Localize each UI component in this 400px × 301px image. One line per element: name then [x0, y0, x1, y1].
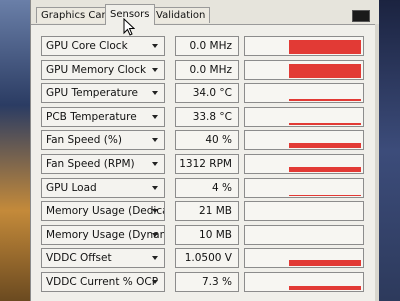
sensor-row: VDDC Current % OCP 7.3 % — [41, 272, 371, 292]
monitor-bezel-left — [0, 0, 30, 301]
sensor-value: 1.0500 V — [175, 248, 239, 269]
chevron-down-icon — [152, 209, 158, 214]
sensor-label: GPU Temperature — [46, 87, 139, 100]
sensor-row: GPU Memory Clock 0.0 MHz — [41, 59, 371, 80]
chevron-down-icon — [152, 280, 158, 284]
sensor-value: 10 MB — [175, 224, 239, 245]
sensor-label: Memory Usage (Dynamic) — [46, 228, 164, 241]
sensor-graph-fill — [289, 99, 361, 102]
sensor-value: 21 MB — [175, 201, 239, 222]
gpu-z-window: Graphics Card Sensors Validation GPU Cor… — [30, 0, 379, 301]
sensor-value: 33.8 °C — [175, 106, 239, 127]
sensor-graph — [244, 106, 364, 127]
sensor-graph — [244, 224, 364, 245]
sensor-value: 4 % — [175, 177, 239, 198]
sensor-row: Memory Usage (Dedicated) 21 MB — [41, 201, 371, 222]
sensor-label: Fan Speed (%) — [46, 134, 122, 147]
sensor-row: Memory Usage (Dynamic) 10 MB — [41, 224, 371, 245]
sensor-graph-fill — [289, 194, 361, 196]
sensor-graph — [244, 201, 364, 222]
sensor-label-dropdown[interactable]: Memory Usage (Dedicated) — [41, 201, 165, 222]
sensor-label: VDDC Current % OCP — [46, 276, 159, 288]
sensor-graph — [244, 130, 364, 151]
chevron-down-icon — [152, 162, 158, 166]
sensor-graph-fill — [289, 122, 361, 125]
sensor-value: 1312 RPM — [175, 154, 239, 174]
sensor-graph — [244, 272, 364, 292]
sensor-graph-fill — [289, 286, 361, 290]
chevron-down-icon — [152, 138, 158, 143]
sensor-graph — [244, 59, 364, 80]
chevron-down-icon — [152, 67, 158, 72]
chevron-down-icon — [152, 114, 158, 119]
sensor-graph — [244, 177, 364, 198]
sensor-row: Fan Speed (%) 40 % — [41, 130, 371, 151]
sensor-label: GPU Core Clock — [46, 40, 128, 52]
scrollbar[interactable] — [375, 24, 379, 301]
sensor-label: Fan Speed (RPM) — [46, 158, 135, 170]
tab-strip: Graphics Card Sensors Validation — [31, 0, 379, 25]
sensor-label: Memory Usage (Dedicated) — [46, 205, 164, 218]
sensor-label: GPU Memory Clock — [46, 63, 147, 76]
sensor-label-dropdown[interactable]: GPU Temperature — [41, 83, 165, 104]
sensor-label-dropdown[interactable]: GPU Memory Clock — [41, 59, 165, 80]
sensor-graph-fill — [289, 260, 361, 267]
sensor-graph — [244, 36, 364, 56]
sensor-label-dropdown[interactable]: Fan Speed (RPM) — [41, 154, 165, 174]
sensor-label: PCB Temperature — [46, 110, 137, 123]
sensor-label-dropdown[interactable]: PCB Temperature — [41, 106, 165, 127]
sensor-label-dropdown[interactable]: GPU Load — [41, 177, 165, 198]
chevron-down-icon — [152, 256, 158, 261]
sensor-graph-fill — [289, 63, 361, 78]
sensor-graph — [244, 83, 364, 104]
sensor-label-dropdown[interactable]: GPU Core Clock — [41, 36, 165, 56]
monitor-bezel-right — [378, 0, 400, 301]
sensor-value: 34.0 °C — [175, 83, 239, 104]
sensor-value: 7.3 % — [175, 272, 239, 292]
sensor-label: GPU Load — [46, 181, 97, 194]
chevron-down-icon — [152, 232, 158, 237]
mouse-cursor-icon — [123, 18, 135, 36]
sensor-label: VDDC Offset — [46, 252, 112, 265]
sensor-label-dropdown[interactable]: VDDC Offset — [41, 248, 165, 269]
sensor-label-dropdown[interactable]: Memory Usage (Dynamic) — [41, 224, 165, 245]
sensor-label-dropdown[interactable]: VDDC Current % OCP — [41, 272, 165, 292]
chevron-down-icon — [152, 91, 158, 96]
sensor-value: 0.0 MHz — [175, 59, 239, 80]
sensor-graph-fill — [289, 167, 361, 172]
sensor-row: VDDC Offset 1.0500 V — [41, 248, 371, 269]
sensor-graph — [244, 154, 364, 174]
sensor-row: PCB Temperature 33.8 °C — [41, 106, 371, 127]
chevron-down-icon — [152, 44, 158, 48]
window-close-icon[interactable] — [352, 10, 370, 22]
sensor-row: GPU Core Clock 0.0 MHz — [41, 36, 371, 56]
sensor-graph — [244, 248, 364, 269]
sensor-row: GPU Load 4 % — [41, 177, 371, 198]
tab-validation[interactable]: Validation — [151, 7, 211, 23]
sensor-row: Fan Speed (RPM) 1312 RPM — [41, 154, 371, 174]
sensor-graph-fill — [289, 143, 361, 149]
sensor-value: 0.0 MHz — [175, 36, 239, 56]
chevron-down-icon — [152, 185, 158, 190]
sensor-row: GPU Temperature 34.0 °C — [41, 83, 371, 104]
sensor-graph-fill — [289, 40, 361, 54]
sensor-value: 40 % — [175, 130, 239, 151]
sensor-label-dropdown[interactable]: Fan Speed (%) — [41, 130, 165, 151]
